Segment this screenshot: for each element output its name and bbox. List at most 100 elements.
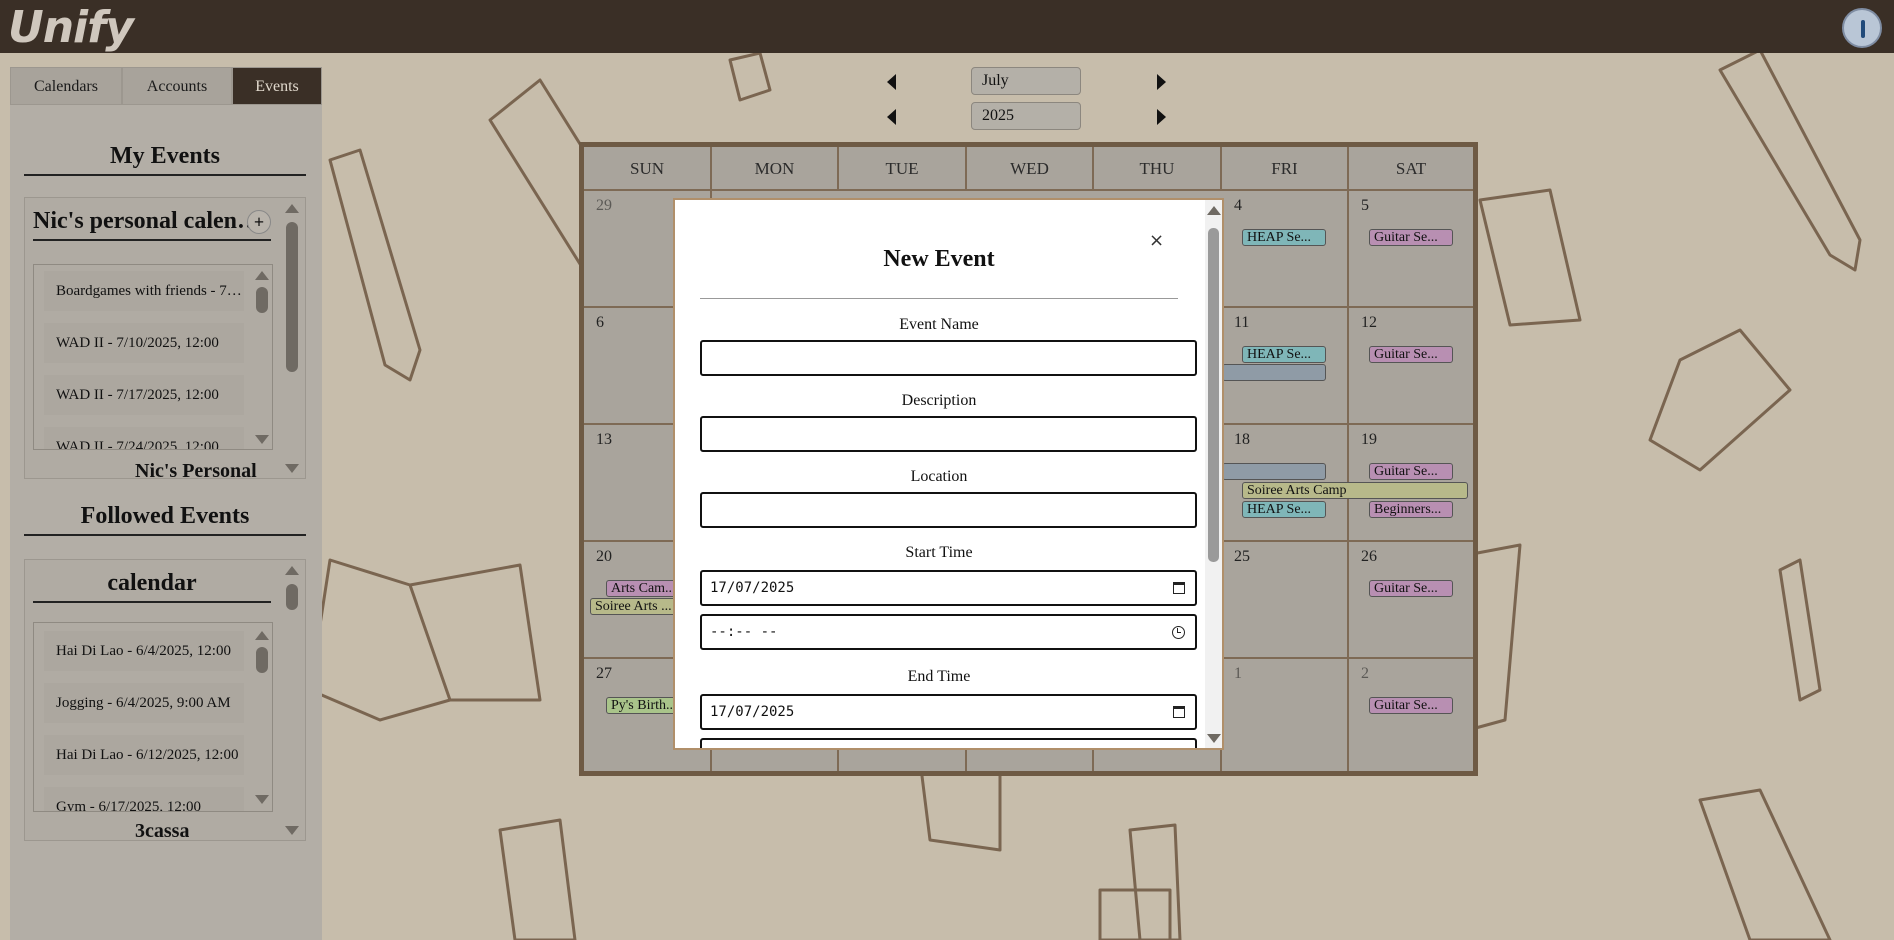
- my-calendar-box: Nic's personal calendar + Boardgames wit…: [24, 197, 306, 479]
- event-chip[interactable]: Guitar Se...: [1369, 580, 1453, 597]
- app-logo[interactable]: Unify: [8, 2, 134, 53]
- sidebar-scroll-down-icon[interactable]: [285, 464, 299, 473]
- list-item[interactable]: Jogging - 6/4/2025, 9:00 AM: [44, 683, 244, 723]
- my-calendar-name: Nic's personal calendar: [33, 208, 271, 241]
- tab-events[interactable]: Events: [232, 67, 322, 105]
- day-cell[interactable]: 11 HEAP Se...: [1222, 308, 1349, 425]
- description-label: Description: [901, 392, 977, 409]
- event-chip[interactable]: HEAP Se...: [1242, 501, 1326, 518]
- list-item[interactable]: Hai Di Lao - 6/12/2025, 12:00: [44, 735, 244, 775]
- weekday-header: MON: [712, 147, 839, 191]
- weekday-header: THU: [1094, 147, 1222, 191]
- weekday-header: SUN: [584, 147, 712, 191]
- list-item[interactable]: Hai Di Lao - 6/4/2025, 12:00: [44, 631, 244, 671]
- end-time-input[interactable]: [700, 738, 1197, 748]
- start-date-input[interactable]: 17/07/2025: [700, 570, 1197, 606]
- day-number: 26: [1361, 548, 1377, 565]
- day-number: 20: [596, 548, 612, 565]
- day-cell[interactable]: 25: [1222, 542, 1349, 659]
- day-number: 12: [1361, 314, 1377, 331]
- prev-month-icon[interactable]: [887, 74, 896, 90]
- add-event-button[interactable]: +: [247, 210, 271, 234]
- sidebar: Calendars Accounts Events My Events Nic'…: [10, 67, 322, 940]
- year-select[interactable]: 2025: [971, 102, 1081, 130]
- my-events-title: My Events: [24, 143, 306, 176]
- day-number: 29: [596, 197, 612, 214]
- event-chip[interactable]: Soiree Arts Camp: [1242, 482, 1468, 499]
- month-select[interactable]: July: [971, 67, 1081, 95]
- list-item[interactable]: WAD II - 7/17/2025, 12:00: [44, 375, 244, 415]
- sidebar-scroll-up-icon[interactable]: [285, 566, 299, 575]
- day-number: 19: [1361, 431, 1377, 448]
- sidebar-scroll-down-icon[interactable]: [285, 826, 299, 835]
- modal-scroll-down-icon[interactable]: [1207, 734, 1221, 743]
- followed-calendar-box: calendar Hai Di Lao - 6/4/2025, 12:00 Jo…: [24, 559, 306, 841]
- event-chip[interactable]: Guitar Se...: [1369, 463, 1453, 480]
- event-chip[interactable]: HEAP Se...: [1242, 229, 1326, 246]
- day-number: 4: [1234, 197, 1242, 214]
- weekday-header: SAT: [1349, 147, 1473, 191]
- event-name-label: Event Name: [899, 316, 979, 333]
- next-calendar-peek: Nic's Personal Events: [135, 460, 257, 478]
- day-number: 5: [1361, 197, 1369, 214]
- sidebar-tabs: Calendars Accounts Events: [10, 67, 322, 105]
- event-name-input[interactable]: [700, 340, 1197, 376]
- event-chip[interactable]: Guitar Se...: [1369, 346, 1453, 363]
- end-date-value: 17/07/2025: [710, 704, 795, 720]
- modal-divider: [700, 298, 1178, 299]
- list-scroll-up-icon[interactable]: [255, 631, 269, 640]
- day-cell[interactable]: 26 Guitar Se...: [1349, 542, 1473, 659]
- list-scrollbar[interactable]: [256, 647, 268, 673]
- list-item[interactable]: Gym - 6/17/2025, 12:00: [44, 787, 244, 811]
- day-cell[interactable]: 1: [1222, 659, 1349, 771]
- location-label: Location: [910, 468, 968, 485]
- sidebar-scrollbar[interactable]: [286, 222, 298, 372]
- next-month-icon[interactable]: [1157, 74, 1166, 90]
- day-number: 1: [1234, 665, 1242, 682]
- day-number: 6: [596, 314, 604, 331]
- end-date-input[interactable]: 17/07/2025: [700, 694, 1197, 730]
- next-year-icon[interactable]: [1157, 109, 1166, 125]
- event-chip[interactable]: [1222, 463, 1326, 480]
- day-cell[interactable]: 2 Guitar Se...: [1349, 659, 1473, 771]
- list-item[interactable]: WAD II - 7/24/2025, 12:00: [44, 427, 244, 449]
- sidebar-scrollbar[interactable]: [286, 584, 298, 610]
- day-cell[interactable]: 12 Guitar Se...: [1349, 308, 1473, 425]
- calendar-icon[interactable]: [1173, 582, 1185, 594]
- event-chip[interactable]: Guitar Se...: [1369, 697, 1453, 714]
- new-event-modal: × New Event Event Name Description Locat…: [673, 198, 1224, 750]
- list-item[interactable]: WAD II - 7/10/2025, 12:00: [44, 323, 244, 363]
- day-number: 11: [1234, 314, 1250, 331]
- tab-accounts[interactable]: Accounts: [122, 67, 232, 105]
- list-scrollbar[interactable]: [256, 287, 268, 313]
- event-chip[interactable]: HEAP Se...: [1242, 346, 1326, 363]
- followed-events-title: Followed Events: [24, 503, 306, 536]
- tab-calendars[interactable]: Calendars: [10, 67, 122, 105]
- sidebar-scroll-up-icon[interactable]: [285, 204, 299, 213]
- modal-scroll-up-icon[interactable]: [1207, 206, 1221, 215]
- location-input[interactable]: [700, 492, 1197, 528]
- calendar-icon[interactable]: [1173, 706, 1185, 718]
- user-avatar-icon[interactable]: [1842, 8, 1882, 48]
- weekday-header: WED: [967, 147, 1094, 191]
- event-chip[interactable]: Guitar Se...: [1369, 229, 1453, 246]
- event-chip[interactable]: [1222, 364, 1326, 381]
- prev-year-icon[interactable]: [887, 109, 896, 125]
- day-number: 25: [1234, 548, 1250, 565]
- modal-scrollbar[interactable]: [1208, 228, 1219, 562]
- list-item[interactable]: Boardgames with friends - 7/5/2025: [44, 271, 244, 311]
- start-time-input[interactable]: --:-- --: [700, 614, 1197, 650]
- list-scroll-up-icon[interactable]: [255, 271, 269, 280]
- day-cell[interactable]: 5 Guitar Se...: [1349, 191, 1473, 308]
- day-cell[interactable]: 4 HEAP Se...: [1222, 191, 1349, 308]
- clock-icon[interactable]: [1172, 626, 1185, 639]
- description-input[interactable]: [700, 416, 1197, 452]
- followed-calendar-name: calendar: [33, 570, 271, 603]
- weekday-header: TUE: [839, 147, 967, 191]
- weekday-header: FRI: [1222, 147, 1349, 191]
- event-chip[interactable]: Beginners...: [1369, 501, 1453, 518]
- next-calendar-peek: 3cassa: [135, 820, 190, 840]
- list-scroll-down-icon[interactable]: [255, 795, 269, 804]
- start-time-value: --:-- --: [710, 624, 778, 640]
- list-scroll-down-icon[interactable]: [255, 435, 269, 444]
